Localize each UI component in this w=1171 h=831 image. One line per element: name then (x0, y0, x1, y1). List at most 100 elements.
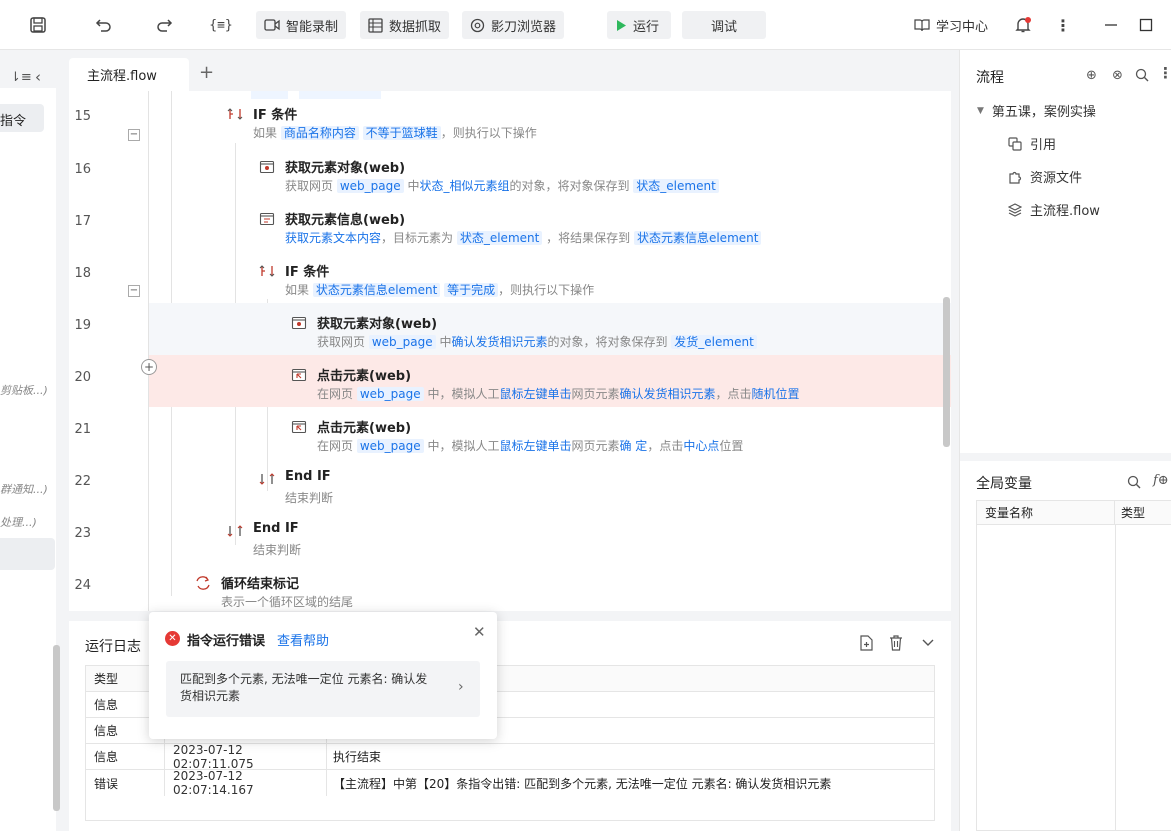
undo-icon[interactable] (91, 12, 117, 38)
smart-record-button[interactable]: 智能录制 (256, 11, 347, 39)
tree-project[interactable]: ▼ 第五课，案例实操 (977, 101, 1096, 120)
end-if-icon (259, 471, 275, 487)
flow-step-row[interactable]: 22 End IF 结束判断 (69, 459, 951, 511)
flow-step-row[interactable]: 23 End IF 结束判断 (69, 511, 951, 563)
desc-segment: ，则执行以下操作 (498, 283, 595, 297)
right-panel: 流程 ⊕ ⊗ ⋮ ▼ 第五课，案例实操 引用 资源文件 主流程.flow 全局变… (959, 50, 1171, 831)
browser-icon (470, 18, 485, 32)
param-token[interactable]: 等于完成 (444, 283, 499, 297)
step-description: 获取网页 web_page 中确认发货相识元素的对象，将对象保存到 发货_ele… (317, 333, 757, 350)
desc-segment: 结束判断 (285, 491, 334, 505)
param-token[interactable]: 状态_element (633, 179, 719, 193)
param-token[interactable]: 商品名称内容 (280, 126, 359, 140)
flow-step-row[interactable]: 16 获取元素对象(web) 获取网页 web_page 中状态_相似元素组的对象，… (69, 147, 951, 199)
log-cell-type: 错误 (86, 770, 165, 796)
variable-braces-icon[interactable]: {≡} (208, 12, 234, 38)
insert-step-button[interactable]: + (141, 359, 157, 375)
trash-icon[interactable] (889, 635, 903, 651)
param-token[interactable]: 状态_element (456, 231, 543, 245)
maximize-icon[interactable] (1133, 12, 1159, 38)
search-icon[interactable] (1135, 68, 1149, 82)
step-description: 如果 状态元素信息element 等于完成 ，则执行以下操作 (285, 281, 594, 298)
step-description: 如果 商品名称内容 不等于篮球鞋 ，则执行以下操作 (253, 124, 537, 141)
close-icon[interactable]: ✕ (473, 623, 486, 641)
param-token[interactable]: 状态元素信息element (312, 283, 441, 297)
step-title: End IF (285, 469, 331, 484)
add-flow-icon[interactable]: ⊕ (1086, 68, 1097, 83)
error-popup: ✕ 指令运行错误 查看帮助 ✕ 匹配到多个元素, 无法唯一定位 元素名: 确认发… (149, 612, 497, 739)
function-icon[interactable]: f⊕ (1153, 473, 1169, 488)
vars-table-header: 变量名称 类型 (977, 501, 1171, 525)
add-tab-button[interactable]: + (199, 62, 214, 83)
desc-segment: 中 (403, 179, 420, 193)
step-description: 获取元素文本内容，目标元素为 状态_element ，将结果保存到 状态元素信息… (285, 229, 762, 246)
view-help-link[interactable]: 查看帮助 (277, 630, 329, 649)
collapse-toggle-15[interactable]: − (128, 129, 140, 141)
play-icon (617, 19, 626, 31)
desc-segment: ，目标元素为 (381, 231, 457, 245)
error-icon: ✕ (165, 631, 180, 646)
flow-step-row[interactable]: 24 循环结束标记 表示一个循环区域的结尾 (69, 563, 951, 611)
flow-step-row[interactable]: 19 获取元素对象(web) 获取网页 web_page 中确认发货相识元素的对象，… (74, 303, 951, 355)
param-token[interactable]: 不等于篮球鞋 (362, 126, 441, 140)
command-list-fragment[interactable]: 剪贴板...) (0, 382, 56, 398)
param-token[interactable]: web_page (336, 179, 404, 193)
desc-segment: 如果 (253, 126, 281, 140)
line-number: 24 (74, 578, 91, 593)
search-icon[interactable] (1127, 475, 1141, 489)
param-token[interactable]: web_page (356, 387, 424, 401)
param-token[interactable]: 发货_element (671, 335, 757, 349)
tree-item-reference[interactable]: 引用 (1008, 134, 1056, 153)
tree-item-main-flow[interactable]: 主流程.flow (1008, 200, 1100, 219)
run-button[interactable]: 运行 (607, 11, 671, 39)
flow-step-row[interactable]: 15 IF 条件 如果 商品名称内容 不等于篮球鞋 ，则执行以下操作 (69, 94, 951, 146)
param-token[interactable]: web_page (368, 335, 436, 349)
param-token[interactable]: 状态元素信息element (633, 231, 762, 245)
sort-icon[interactable]: ⇂≡ (10, 70, 32, 85)
flow-step-row[interactable]: 17 获取元素信息(web) 获取元素文本内容，目标元素为 状态_element ，… (69, 199, 951, 251)
bell-icon[interactable] (1010, 12, 1036, 38)
data-capture-button[interactable]: 数据抓取 (360, 11, 450, 39)
error-message-box[interactable]: 匹配到多个元素, 无法唯一定位 元素名: 确认发货相识元素 › (166, 661, 480, 717)
command-list-selected-row[interactable] (0, 538, 55, 570)
chevron-right-icon[interactable]: › (458, 679, 464, 695)
command-list-fragment[interactable]: 群通知...) (0, 481, 56, 497)
learn-center-link[interactable]: 学习中心 (914, 11, 988, 39)
editor-scrollbar[interactable] (943, 297, 950, 447)
redo-icon[interactable] (151, 12, 177, 38)
add-module-icon[interactable]: ⊗ (1112, 68, 1123, 83)
left-scrollbar[interactable] (53, 645, 60, 811)
minimize-icon[interactable] (1098, 12, 1124, 38)
desc-segment: 在网页 (317, 387, 357, 401)
more-vertical-icon[interactable]: ⋮ (1050, 12, 1076, 38)
step-description: 获取网页 web_page 中状态_相似元素组的对象，将对象保存到 状态_ele… (285, 177, 719, 194)
desc-segment: 鼠标左键单击 (499, 387, 572, 401)
command-list-active-item[interactable]: 指令 (0, 104, 44, 132)
flow-code-panel: 15 IF 条件 如果 商品名称内容 不等于篮球鞋 ，则执行以下操作 16 获取元素对象(… (69, 91, 951, 611)
param-token[interactable]: web_page (356, 439, 424, 453)
more-vertical-icon[interactable]: ⋮ (1158, 64, 1171, 82)
browser-button[interactable]: 影刀浏览器 (462, 11, 565, 39)
tab-main-flow[interactable]: 主流程.flow (69, 58, 189, 91)
collapse-toggle-18[interactable]: − (128, 285, 140, 297)
log-row[interactable]: 信息 2023-07-12 02:07:11.075 执行结束 (86, 743, 934, 771)
step-description: 结束判断 (253, 541, 301, 558)
step-title: End IF (253, 521, 299, 536)
loop-end-icon (195, 575, 211, 591)
chevron-down-icon[interactable] (921, 635, 935, 649)
log-row[interactable]: 错误 2023-07-12 02:07:14.167 【主流程】中第【20】条指令出… (86, 769, 934, 797)
save-icon[interactable] (25, 12, 51, 38)
flow-step-row[interactable]: 20 点击元素(web) 在网页 web_page 中，模拟人工鼠标左键单击网页元素… (74, 355, 951, 407)
command-list-fragment[interactable]: 处理...) (0, 514, 56, 530)
flow-step-row[interactable]: 21 点击元素(web) 在网页 web_page 中，模拟人工鼠标左键单击网页元素… (69, 407, 951, 459)
export-log-icon[interactable] (859, 635, 874, 651)
desc-segment: 确认发货相识元素 (619, 387, 716, 401)
get-element-icon (291, 315, 307, 331)
desc-segment: 随机位置 (751, 387, 800, 401)
line-number: 20 (74, 370, 91, 385)
debug-button[interactable]: 调试 (682, 11, 766, 39)
log-cell-msg: 执行结束 (333, 750, 382, 764)
tree-item-resources[interactable]: 资源文件 (1008, 167, 1082, 186)
flow-step-row[interactable]: 18 IF 条件 如果 状态元素信息element 等于完成 ，则执行以下操作 (69, 251, 951, 303)
collapse-left-icon[interactable]: ‹ (35, 68, 41, 86)
